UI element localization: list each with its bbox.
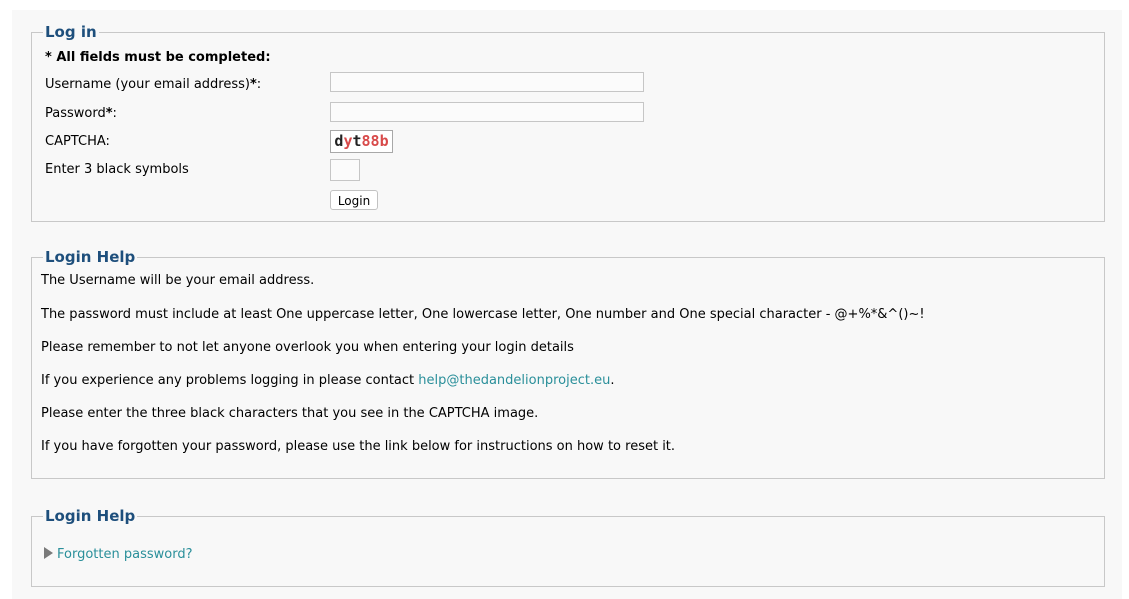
captcha-char: t: [352, 132, 362, 150]
password-label-row: Password*:: [45, 106, 117, 122]
username-input[interactable]: [330, 72, 644, 92]
symbols-label: Enter 3 black symbols: [45, 162, 189, 177]
login-fieldset: Log in * All fields must be completed: U…: [31, 22, 1105, 222]
username-label-row: Username (your email address)*:: [45, 77, 261, 93]
help-line-contact: If you experience any problems logging i…: [41, 373, 614, 389]
login-button[interactable]: Login: [330, 190, 378, 210]
forgot-help-legend: Login Help: [43, 506, 138, 526]
login-help-fieldset: Login Help The Username will be your ema…: [31, 247, 1105, 479]
captcha-label: CAPTCHA:: [45, 134, 110, 149]
username-required-star: *: [249, 77, 257, 92]
password-colon: :: [112, 106, 117, 121]
page-container: Log in * All fields must be completed: U…: [12, 10, 1122, 599]
help-email-link[interactable]: help@thedandelionproject.eu: [418, 373, 610, 388]
password-required-star: *: [105, 106, 113, 121]
help-contact-prefix: If you experience any problems logging i…: [41, 373, 419, 388]
captcha-image: dyt88b: [330, 130, 393, 153]
forgotten-password-link[interactable]: Forgotten password?: [57, 547, 192, 563]
username-colon: :: [256, 77, 262, 92]
forgot-password-fieldset: Login Help Forgotten password?: [31, 506, 1105, 587]
expand-triangle-icon[interactable]: [44, 547, 53, 559]
username-label: Username (your email address): [45, 77, 250, 92]
help-line-password-rules: The password must include at least One u…: [41, 307, 925, 322]
required-note: * All fields must be completed:: [45, 50, 271, 65]
password-input[interactable]: [330, 102, 644, 122]
help-line-captcha: Please enter the three black characters …: [41, 406, 539, 421]
help-line-forgotten: If you have forgotten your password, ple…: [41, 439, 676, 454]
help-contact-suffix: .: [610, 373, 615, 388]
captcha-char: 8: [370, 132, 380, 150]
help-line-username: The Username will be your email address.: [41, 273, 315, 288]
login-help-legend: Login Help: [43, 247, 138, 267]
captcha-char: b: [379, 132, 389, 150]
login-legend: Log in: [43, 22, 99, 42]
captcha-input[interactable]: [330, 159, 360, 181]
captcha-char: 8: [361, 132, 371, 150]
password-label: Password: [45, 106, 106, 121]
help-line-overlook: Please remember to not let anyone overlo…: [41, 340, 574, 355]
